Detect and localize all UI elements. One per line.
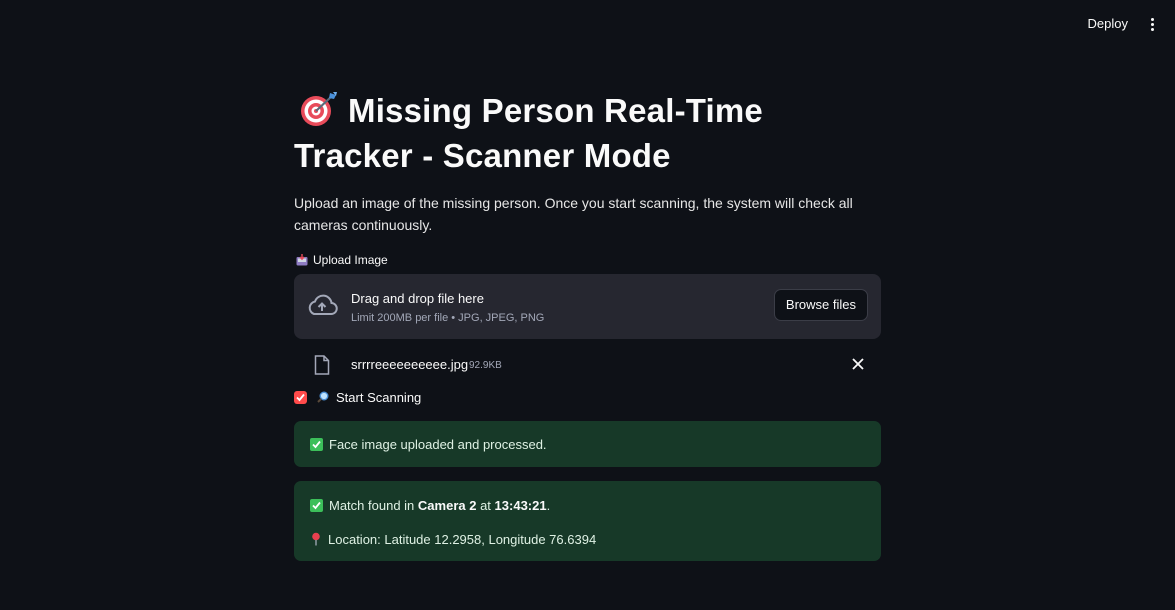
deploy-button[interactable]: Deploy — [1088, 16, 1128, 31]
kebab-menu-icon[interactable] — [1147, 14, 1157, 34]
check-mark-button-icon — [310, 437, 323, 451]
app-header: Deploy — [0, 0, 1175, 48]
page-title: Missing Person Real-Time Tracker - Scann… — [294, 88, 881, 178]
match-time: 13:43:21 — [494, 497, 547, 513]
location-text: Location: Latitude 12.2958, Longitude 76… — [328, 531, 597, 547]
checkmark-icon — [296, 393, 305, 401]
inbox-tray-icon — [296, 254, 308, 266]
upload-label: Upload Image — [294, 252, 881, 268]
file-dropzone[interactable]: Drag and drop file here Limit 200MB per … — [294, 274, 881, 339]
page-title-line1: Missing Person Real-Time — [348, 92, 763, 129]
page-title-line2: Tracker - Scanner Mode — [294, 137, 671, 174]
success-alert-processed: Face image uploaded and processed. — [294, 421, 881, 467]
round-pushpin-icon — [312, 532, 320, 546]
match-at: at — [480, 497, 491, 513]
uploaded-file-name: srrrreeeeeeeeee.jpg — [351, 357, 469, 372]
dropzone-title: Drag and drop file here — [351, 291, 484, 306]
uploaded-file-size: 92.9KB — [469, 360, 502, 371]
upload-label-text: Upload Image — [313, 253, 388, 267]
match-camera: Camera 2 — [417, 497, 477, 513]
match-prefix: Match found in — [329, 497, 415, 513]
dropzone-limit: Limit 200MB per file • JPG, JPEG, PNG — [351, 312, 545, 324]
page-description: Upload an image of the missing person. O… — [294, 195, 853, 233]
success-alert-match: Match found in Camera 2 at 13:43:21. Loc… — [294, 481, 881, 561]
dropzone-text: Drag and drop file here Limit 200MB per … — [351, 290, 544, 325]
cloud-upload-icon — [308, 294, 338, 315]
main-content: Missing Person Real-Time Tracker - Scann… — [294, 88, 881, 561]
check-mark-button-icon — [310, 498, 323, 512]
file-icon — [314, 355, 330, 375]
match-suffix: . — [546, 497, 551, 513]
processed-message: Face image uploaded and processed. — [329, 436, 547, 452]
remove-file-close-icon[interactable] — [851, 357, 865, 371]
browse-files-button[interactable]: Browse files — [773, 289, 868, 321]
uploaded-file-row: srrrreeeeeeeeee.jpg 92.9KB — [294, 339, 881, 393]
match-line: Match found in Camera 2 at 13:43:21. — [310, 495, 865, 515]
location-line: Location: Latitude 12.2958, Longitude 76… — [310, 529, 865, 549]
dart-target-icon — [301, 92, 337, 126]
app-root: Deploy Missing Person Real-Time Tracker … — [0, 0, 1175, 610]
